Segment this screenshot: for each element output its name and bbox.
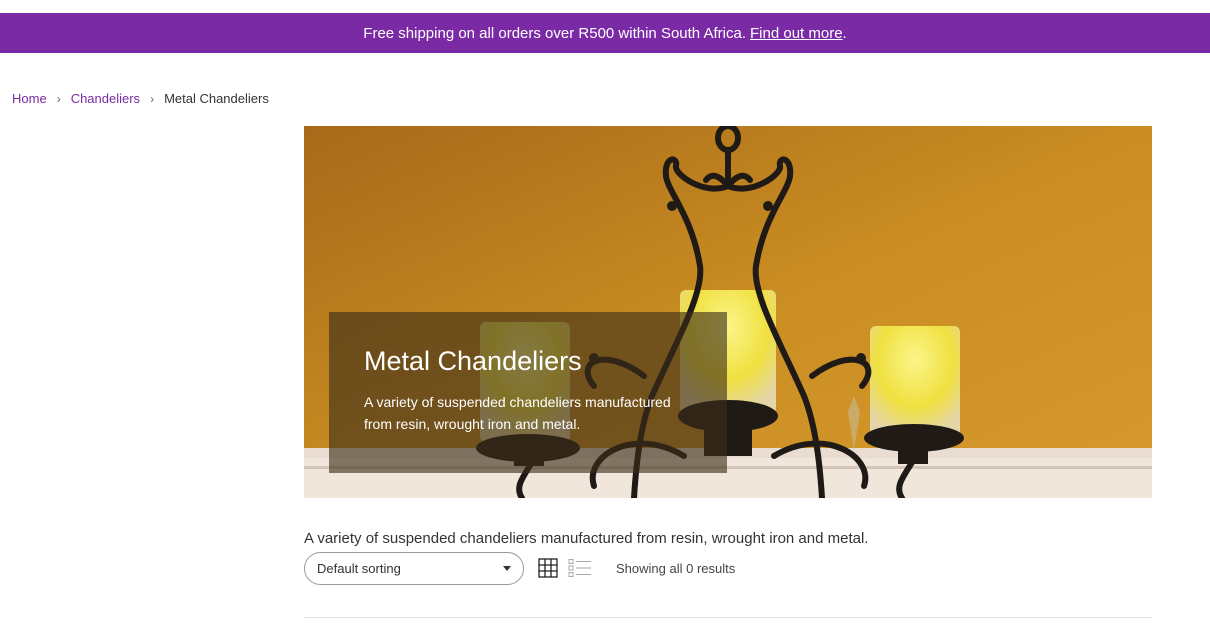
sort-select[interactable]: Default sorting [304, 551, 524, 585]
hero-title: Metal Chandeliers [364, 346, 582, 376]
hero-description: A variety of suspended chandeliers manuf… [364, 394, 671, 432]
category-hero-banner: Metal Chandeliers A variety of suspended… [304, 126, 1152, 498]
category-description: A variety of suspended chandeliers manuf… [304, 530, 869, 547]
promo-find-out-more-link[interactable]: Find out more [750, 25, 843, 42]
breadcrumb-chandeliers[interactable]: Chandeliers [71, 91, 140, 106]
grid-view-icon[interactable] [538, 558, 558, 578]
sort-select-value: Default sorting [317, 560, 401, 576]
promo-text: Free shipping on all orders over R500 wi… [363, 24, 746, 42]
hero-caption: Metal Chandeliers A variety of suspended… [329, 312, 727, 473]
list-view-icon[interactable] [568, 558, 592, 578]
divider [304, 617, 1152, 618]
promo-bar: Free shipping on all orders over R500 wi… [0, 13, 1210, 53]
caret-down-icon [503, 565, 511, 571]
breadcrumb-home[interactable]: Home [12, 91, 47, 106]
promo-suffix: . [842, 24, 847, 42]
shop-toolbar: Default sorting Showing all 0 results [304, 551, 735, 585]
results-count: Showing all 0 results [616, 560, 736, 576]
breadcrumb-current: Metal Chandeliers [164, 91, 269, 106]
chevron-right-icon: › [150, 91, 155, 106]
breadcrumb: Home › Chandeliers › Metal Chandeliers [12, 91, 269, 106]
chevron-right-icon: › [56, 91, 61, 106]
